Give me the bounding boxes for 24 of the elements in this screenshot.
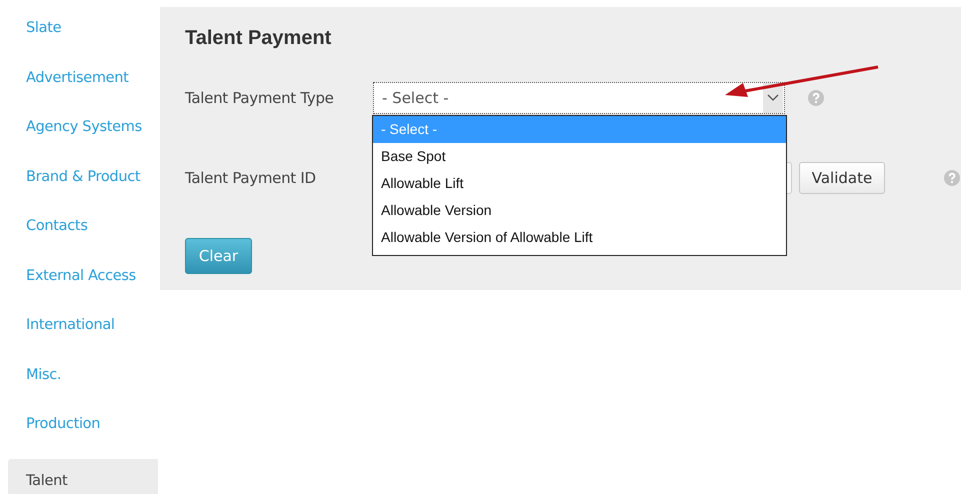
sidebar-item[interactable]: External Access [8,258,158,307]
sidebar-item[interactable]: Contacts [8,208,158,258]
sidebar-item[interactable]: Brand & Product [8,158,158,208]
sidebar-item[interactable]: Agency Systems [8,109,158,158]
clear-button[interactable]: Clear [185,238,252,274]
sidebar-item[interactable]: Advertisement [8,60,158,109]
validate-button[interactable]: Validate [799,162,885,194]
sidebar-item[interactable]: Production [8,406,158,456]
caret-icon [763,83,783,113]
dropdown-option[interactable]: Allowable Lift [373,170,786,197]
field-label: Talent Payment Type [185,89,335,107]
sidebar-item[interactable]: Misc. [8,356,158,406]
sidebar-item[interactable]: International [8,307,158,356]
dropdown-option[interactable]: Allowable Version of Allowable Lift [373,224,786,251]
field-label: Talent Payment ID [185,169,317,187]
dropdown-option[interactable]: Allowable Version [373,197,786,224]
sidebar-item[interactable]: Talent [8,458,158,494]
payment-type-select[interactable]: - Select - [373,82,785,114]
dropdown-option[interactable]: - Select - [373,116,786,143]
sidebar-item[interactable]: Slate [8,10,158,60]
dropdown-option[interactable]: Base Spot [373,143,786,170]
help-icon[interactable] [808,90,824,106]
panel-title: Talent Payment [185,27,332,51]
help-icon[interactable] [944,170,960,186]
